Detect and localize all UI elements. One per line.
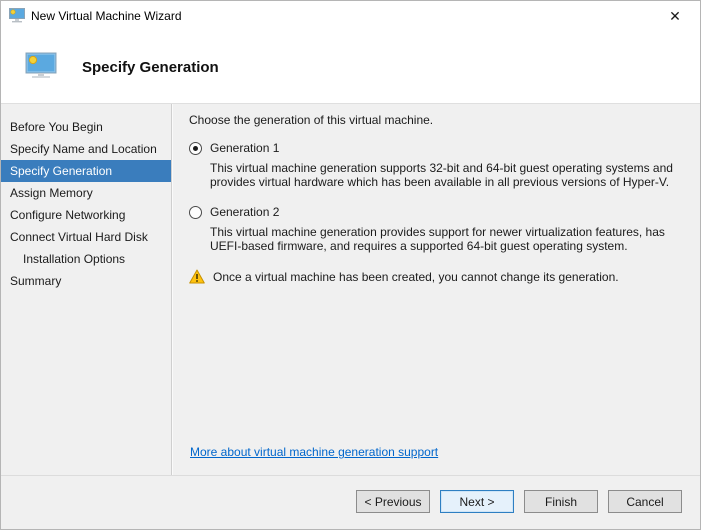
next-button[interactable]: Next > [440, 490, 514, 513]
page-title: Specify Generation [82, 59, 219, 76]
cancel-button[interactable]: Cancel [608, 490, 682, 513]
window-title: New Virtual Machine Wizard [31, 9, 182, 23]
more-about-generation-link[interactable]: More about virtual machine generation su… [190, 445, 438, 459]
vm-monitor-icon [25, 52, 57, 82]
page-content: Choose the generation of this virtual ma… [173, 104, 700, 475]
generation-2-label: Generation 2 [210, 205, 279, 219]
sidebar-item-specify-name-and-location[interactable]: Specify Name and Location [1, 138, 171, 160]
sidebar-item-before-you-begin[interactable]: Before You Begin [1, 116, 171, 138]
finish-button[interactable]: Finish [524, 490, 598, 513]
generation-2-description: This virtual machine generation provides… [210, 225, 684, 253]
sidebar-item-installation-options[interactable]: Installation Options [1, 248, 171, 270]
generation-2-option[interactable]: Generation 2 [189, 205, 684, 219]
previous-button[interactable]: < Previous [356, 490, 430, 513]
generation-1-label: Generation 1 [210, 141, 279, 155]
wizard-body: Before You Begin Specify Name and Locati… [1, 104, 700, 475]
sidebar-item-connect-virtual-hard-disk[interactable]: Connect Virtual Hard Disk [1, 226, 171, 248]
warning-row: Once a virtual machine has been created,… [189, 270, 684, 287]
generation-1-option[interactable]: Generation 1 [189, 141, 684, 155]
close-icon[interactable]: ✕ [660, 3, 690, 29]
footer-button-bar: < Previous Next > Finish Cancel [1, 475, 700, 529]
sidebar-item-assign-memory[interactable]: Assign Memory [1, 182, 171, 204]
sidebar-item-summary[interactable]: Summary [1, 270, 171, 292]
title-bar: New Virtual Machine Wizard ✕ [1, 1, 700, 31]
intro-text: Choose the generation of this virtual ma… [189, 113, 684, 127]
sidebar-item-specify-generation[interactable]: Specify Generation [1, 160, 171, 182]
sidebar-item-configure-networking[interactable]: Configure Networking [1, 204, 171, 226]
warning-triangle-icon [189, 269, 205, 287]
vm-monitor-icon [9, 7, 25, 26]
generation-1-description: This virtual machine generation supports… [210, 161, 684, 189]
wizard-window: New Virtual Machine Wizard ✕ Specify Gen… [0, 0, 701, 530]
generation-1-radio[interactable] [189, 142, 202, 155]
warning-text: Once a virtual machine has been created,… [213, 270, 619, 284]
wizard-steps-sidebar: Before You Begin Specify Name and Locati… [1, 104, 171, 475]
link-row: More about virtual machine generation su… [190, 445, 438, 459]
generation-2-radio[interactable] [189, 206, 202, 219]
wizard-header: Specify Generation [1, 31, 700, 104]
